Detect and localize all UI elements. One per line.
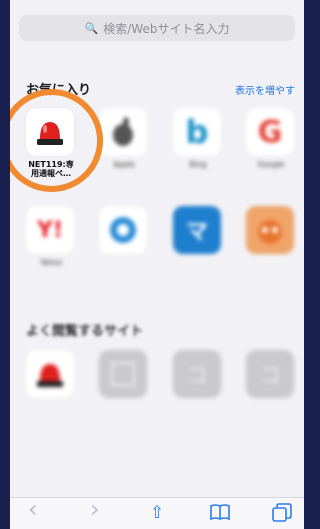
yahoo-icon: Y!: [26, 206, 74, 254]
back-icon[interactable]: ‹: [28, 497, 38, 521]
bookmark-icon: マ: [173, 206, 221, 254]
share-icon[interactable]: ⇧: [150, 503, 164, 523]
favorite-yahoo[interactable]: Y! Yahoo: [26, 206, 76, 267]
show-more-link[interactable]: 表示を増やす: [235, 82, 295, 97]
frequent-item[interactable]: コ: [246, 350, 296, 402]
letter-icon: コ: [173, 350, 221, 398]
google-icon: G: [246, 108, 294, 156]
frequent-item[interactable]: コ: [173, 350, 223, 402]
browser-screen: 🔍 検索/Webサイト名入力 お気に入り 表示を増やす NET119:専 用通報…: [10, 0, 304, 529]
search-bar[interactable]: 🔍 検索/Webサイト名入力: [19, 15, 295, 41]
highlight-circle: [10, 89, 103, 192]
favorite-bing[interactable]: b Bing: [173, 108, 223, 169]
siren-icon: [26, 350, 74, 398]
search-placeholder: 検索/Webサイト名入力: [103, 21, 230, 36]
favorite-google[interactable]: G Google: [246, 108, 296, 169]
page-icon: [99, 350, 147, 398]
tabs-icon[interactable]: [272, 503, 292, 528]
frequent-sites-title: よく閲覧するサイト: [26, 324, 144, 339]
bing-icon: b: [173, 108, 221, 156]
favorite-label: Yahoo: [39, 258, 63, 267]
frequent-item[interactable]: [26, 350, 76, 402]
apple-icon: [99, 108, 147, 156]
search-icon: 🔍: [84, 21, 99, 35]
favorite-label: Bing: [189, 160, 207, 169]
favorite-label: Google: [257, 160, 285, 169]
favorite-bookmark[interactable]: マ: [173, 206, 223, 258]
favorite-apple[interactable]: Apple: [99, 108, 149, 169]
compass-icon: [99, 206, 147, 254]
forward-icon[interactable]: ›: [90, 497, 100, 521]
character-icon: [246, 206, 294, 254]
letter-icon: コ: [246, 350, 294, 398]
favorite-character[interactable]: [246, 206, 296, 258]
bookmarks-icon[interactable]: [210, 503, 230, 526]
favorite-label: Apple: [113, 160, 135, 169]
favorite-compass[interactable]: [99, 206, 149, 258]
frequent-item[interactable]: [99, 350, 149, 402]
bottom-toolbar: ‹ › ⇧: [10, 497, 304, 529]
